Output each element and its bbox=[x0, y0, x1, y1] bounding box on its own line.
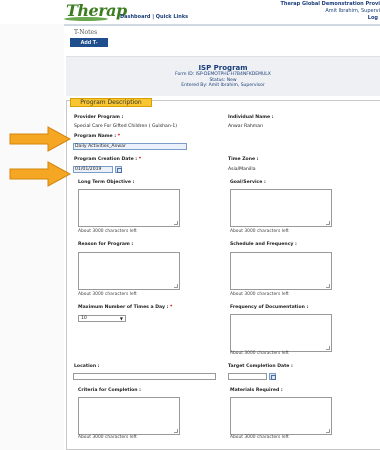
frequency-documentation-label: Frequency of Documentation : bbox=[230, 305, 309, 310]
time-zone-label: Time Zone : bbox=[228, 157, 259, 162]
chars-left-text: About 3000 characters left bbox=[230, 351, 289, 356]
form-header: ISP Program Form ID: ISP-DEMOTPHL-H7B4NF… bbox=[66, 56, 380, 96]
agency-info: Therap Global Demonstration Provi Amit I… bbox=[280, 1, 380, 15]
time-zone-value: Asia/Manilla bbox=[228, 167, 256, 172]
program-name-input[interactable]: Daily Activities_Anwar bbox=[73, 143, 187, 150]
max-times-value: 10 bbox=[81, 316, 87, 321]
location-input[interactable] bbox=[73, 373, 216, 380]
entered-by: Entered By: Amit Ibrahim, Supervisor bbox=[181, 83, 265, 88]
creation-date-label-text: Program Creation Date : bbox=[74, 157, 138, 162]
individual-name-label: Individual Name : bbox=[228, 115, 274, 120]
chars-left-text: About 3000 characters left bbox=[78, 292, 137, 297]
goal-service-textarea[interactable] bbox=[230, 189, 332, 227]
chars-left-text: About 3000 characters left bbox=[230, 229, 289, 234]
target-completion-input[interactable] bbox=[228, 373, 267, 380]
reason-label: Reason for Program : bbox=[78, 242, 134, 247]
section-legend: Program Description bbox=[70, 98, 152, 107]
top-bar: Therap Dashboard | Quick Links Therap Gl… bbox=[0, 0, 380, 24]
schedule-frequency-label: Schedule and Frequency : bbox=[230, 242, 297, 247]
long-term-objective-label: Long Term Objective : bbox=[78, 180, 135, 185]
chevron-down-icon: ▼ bbox=[119, 316, 123, 321]
divider bbox=[64, 24, 380, 26]
user-name[interactable]: Amit Ibrahim, Supervi bbox=[280, 8, 380, 15]
agency-name: Therap Global Demonstration Provi bbox=[280, 1, 380, 7]
individual-name-value: Anwar Rahman bbox=[228, 124, 263, 129]
logo-swoosh-icon bbox=[64, 17, 108, 21]
program-name-label: Program Name : * bbox=[74, 134, 120, 139]
annotation-arrow-icon bbox=[9, 161, 72, 187]
nav-links[interactable]: Dashboard | Quick Links bbox=[120, 14, 188, 20]
creation-date-input[interactable]: 01/01/2019 bbox=[73, 166, 113, 173]
long-term-objective-textarea[interactable] bbox=[78, 189, 180, 227]
provider-program-label: Provider Program : bbox=[74, 115, 124, 120]
program-name-label-text: Program Name : bbox=[74, 134, 117, 139]
materials-label: Materials Required : bbox=[230, 388, 283, 393]
calendar-icon[interactable] bbox=[269, 373, 276, 380]
materials-textarea[interactable] bbox=[230, 397, 332, 435]
left-margin bbox=[0, 24, 64, 450]
location-label: Location : bbox=[74, 364, 100, 369]
required-mark: * bbox=[117, 134, 121, 139]
calendar-icon[interactable] bbox=[115, 166, 122, 173]
chars-left-text: About 3000 characters left bbox=[78, 229, 137, 234]
target-completion-label: Target Completion Date : bbox=[228, 364, 293, 369]
creation-date-label: Program Creation Date : * bbox=[74, 157, 141, 162]
max-times-label-text: Maximum Number of Times a Day : bbox=[78, 305, 169, 310]
max-times-select[interactable]: 10 ▼ bbox=[78, 315, 126, 322]
criteria-textarea[interactable] bbox=[78, 397, 180, 435]
provider-program-value: Special Care For Gifted Children ( Gulsh… bbox=[74, 124, 178, 129]
tnotes-label: T-Notes bbox=[74, 29, 98, 36]
chars-left-text: About 3000 characters left bbox=[78, 435, 137, 440]
goal-service-label: Goal/Service : bbox=[230, 180, 266, 185]
criteria-label: Criteria for Completion : bbox=[78, 388, 142, 393]
required-mark: * bbox=[170, 305, 173, 310]
logout-link[interactable]: Log bbox=[368, 15, 378, 21]
page-title: ISP Program bbox=[198, 64, 248, 72]
annotation-arrow-icon bbox=[9, 126, 72, 152]
frequency-documentation-textarea[interactable] bbox=[230, 314, 332, 352]
max-times-label: Maximum Number of Times a Day : * bbox=[78, 305, 172, 310]
required-mark: * bbox=[138, 157, 142, 162]
reason-textarea[interactable] bbox=[78, 252, 180, 290]
chars-left-text: About 3000 characters left bbox=[230, 292, 289, 297]
chars-left-text: About 3000 characters left bbox=[230, 435, 289, 440]
schedule-frequency-textarea[interactable] bbox=[230, 252, 332, 290]
add-tnote-button[interactable]: Add T-Note bbox=[70, 38, 108, 55]
